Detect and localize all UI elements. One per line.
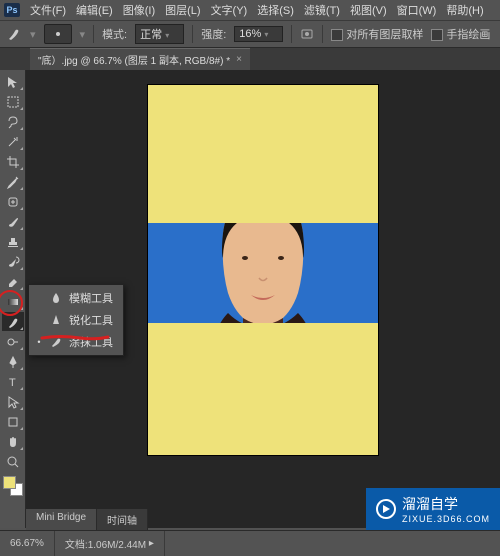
flyout-blur-tool[interactable]: 模糊工具 — [29, 287, 123, 309]
foreground-color[interactable] — [3, 476, 16, 489]
document-tab[interactable]: "底）.jpg @ 66.7% (图层 1 副本, RGB/8#) * × — [30, 48, 250, 70]
eyedropper-tool[interactable] — [2, 172, 24, 191]
svg-text:T: T — [9, 377, 16, 389]
menu-window[interactable]: 窗口(W) — [393, 0, 441, 20]
history-brush-tool[interactable] — [2, 252, 24, 271]
menu-view[interactable]: 视图(V) — [346, 0, 391, 20]
marquee-tool[interactable] — [2, 92, 24, 111]
smudge-tool[interactable] — [2, 312, 24, 331]
path-select-tool[interactable] — [2, 392, 24, 411]
document-title: "底）.jpg @ 66.7% (图层 1 副本, RGB/8#) * — [38, 52, 230, 67]
menu-filter[interactable]: 滤镜(T) — [300, 0, 344, 20]
photo-layer — [148, 223, 378, 323]
stamp-tool[interactable] — [2, 232, 24, 251]
menu-type[interactable]: 文字(Y) — [207, 0, 252, 20]
play-icon — [376, 499, 396, 519]
document-canvas[interactable] — [148, 85, 378, 455]
strength-input[interactable]: 16% ▾ — [234, 26, 283, 42]
gradient-tool[interactable] — [2, 292, 24, 311]
pen-tool[interactable] — [2, 352, 24, 371]
brush-tool[interactable] — [2, 212, 24, 231]
flyout-sharpen-tool[interactable]: 锐化工具 — [29, 309, 123, 331]
watermark-badge: 溜溜自学 ZIXUE.3D66.COM — [366, 488, 500, 530]
tablet-pressure-icon[interactable] — [300, 27, 314, 41]
menu-select[interactable]: 选择(S) — [253, 0, 298, 20]
smudge-tool-icon — [6, 26, 22, 42]
menu-help[interactable]: 帮助(H) — [442, 0, 487, 20]
sample-all-checkbox[interactable]: 对所有图层取样 — [331, 26, 423, 42]
mode-label: 模式: — [102, 26, 127, 42]
smudge-icon — [49, 336, 63, 348]
menu-edit[interactable]: 编辑(E) — [72, 0, 117, 20]
zoom-tool[interactable] — [2, 452, 24, 471]
blur-icon — [49, 292, 63, 304]
app-icon: Ps — [4, 3, 20, 17]
sharpen-icon — [49, 314, 63, 326]
flyout-smudge-tool[interactable]: • 涂抹工具 — [29, 331, 123, 353]
close-icon[interactable]: × — [236, 54, 242, 65]
lasso-tool[interactable] — [2, 112, 24, 131]
shape-tool[interactable] — [2, 412, 24, 431]
tool-flyout-menu: 模糊工具 锐化工具 • 涂抹工具 — [28, 284, 124, 356]
healing-tool[interactable] — [2, 192, 24, 211]
flyout-label: 锐化工具 — [69, 312, 113, 328]
dodge-tool[interactable] — [2, 332, 24, 351]
tool-palette: T — [0, 70, 26, 528]
menu-layer[interactable]: 图层(L) — [161, 0, 204, 20]
tab-timeline[interactable]: 时间轴 — [97, 509, 148, 530]
strength-label: 强度: — [201, 26, 226, 42]
flyout-label: 涂抹工具 — [69, 334, 113, 350]
portrait-image — [173, 223, 353, 323]
color-swatches[interactable] — [3, 476, 23, 496]
menu-file[interactable]: 文件(F) — [26, 0, 70, 20]
brush-preset-picker[interactable] — [44, 24, 72, 44]
crop-tool[interactable] — [2, 152, 24, 171]
document-tab-bar: "底）.jpg @ 66.7% (图层 1 副本, RGB/8#) * × — [0, 48, 500, 70]
watermark-title: 溜溜自学 — [402, 496, 458, 512]
doc-size[interactable]: 文档:1.06M/2.44M ▸ — [55, 531, 165, 556]
move-tool[interactable] — [2, 72, 24, 91]
mode-select[interactable]: 正常 ▾ — [135, 24, 184, 44]
menu-bar: Ps 文件(F) 编辑(E) 图像(I) 图层(L) 文字(Y) 选择(S) 滤… — [0, 0, 500, 20]
type-tool[interactable]: T — [2, 372, 24, 391]
panel-tabs: Mini Bridge 时间轴 — [26, 509, 148, 530]
tab-mini-bridge[interactable]: Mini Bridge — [26, 509, 97, 530]
zoom-level[interactable]: 66.67% — [0, 531, 55, 556]
menu-image[interactable]: 图像(I) — [119, 0, 159, 20]
wand-tool[interactable] — [2, 132, 24, 151]
finger-paint-checkbox[interactable]: 手指绘画 — [431, 26, 490, 42]
options-bar: ▾ ▾ 模式: 正常 ▾ 强度: 16% ▾ 对所有图层取样 手指绘画 — [0, 20, 500, 48]
hand-tool[interactable] — [2, 432, 24, 451]
watermark-sub: ZIXUE.3D66.COM — [402, 514, 490, 524]
flyout-label: 模糊工具 — [69, 290, 113, 306]
eraser-tool[interactable] — [2, 272, 24, 291]
status-bar: 66.67% 文档:1.06M/2.44M ▸ — [0, 530, 500, 556]
